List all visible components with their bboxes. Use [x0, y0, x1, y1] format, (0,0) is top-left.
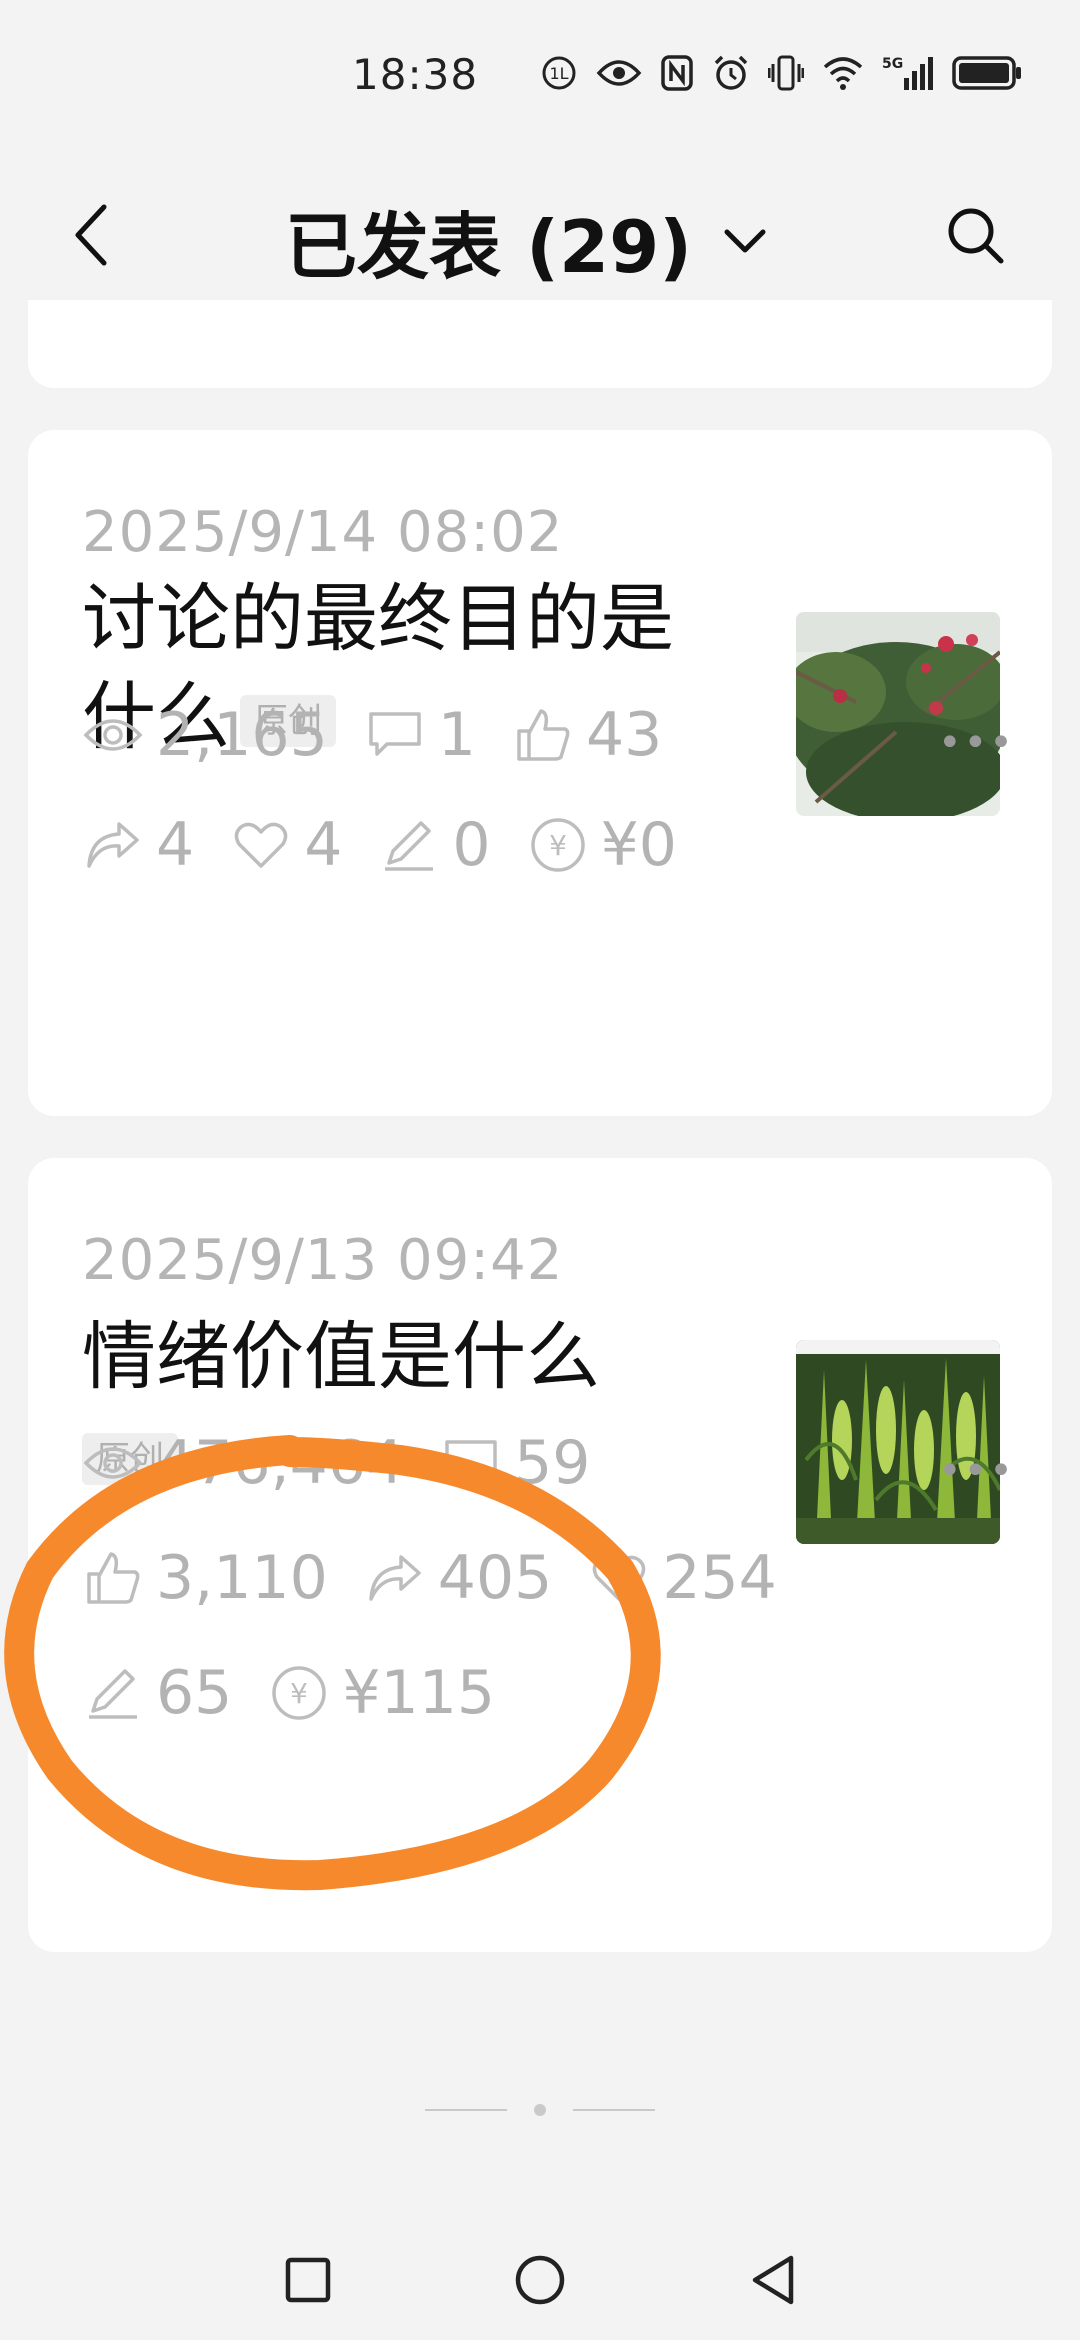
more-options-button[interactable]: ••• — [938, 1448, 1015, 1494]
comments-stat[interactable]: 59 — [440, 1428, 590, 1498]
edits-stat[interactable]: 65 — [82, 1658, 232, 1728]
triangle-back-icon — [752, 2255, 794, 2305]
back-nav-button[interactable] — [742, 2250, 802, 2310]
stats-row-secondary: 4 4 0 ¥ ¥0 — [82, 810, 713, 880]
svg-text:1L: 1L — [549, 64, 568, 83]
search-icon — [948, 208, 1004, 264]
signal-icon: 5G — [882, 54, 934, 92]
yuan-coin-icon: ¥ — [527, 814, 589, 876]
pen-icon — [378, 814, 440, 876]
status-bar: 18:38 1L 5G — [0, 0, 1080, 150]
square-icon — [285, 2257, 331, 2303]
favorites-stat[interactable]: 4 — [230, 810, 342, 880]
wifi-icon — [822, 55, 864, 91]
post-thumbnail[interactable] — [796, 612, 1000, 816]
pager-dot — [534, 2104, 546, 2116]
shares-count: 405 — [437, 1543, 553, 1613]
pager-line-left — [425, 2109, 507, 2111]
stats-row-secondary: 3,110 405 254 — [82, 1543, 813, 1613]
shares-count: 4 — [156, 810, 195, 880]
views-count: 2,165 — [156, 700, 328, 770]
post-title-text: 情绪价值是什么 — [82, 1314, 600, 1400]
status-icons: 1L 5G — [540, 54, 1022, 92]
heart-icon — [230, 814, 292, 876]
comments-count: 1 — [437, 700, 476, 770]
likes-stat[interactable]: 43 — [512, 700, 662, 770]
svg-text:¥: ¥ — [290, 1677, 308, 1710]
post-date: 2025/9/13 09:42 — [82, 1228, 564, 1293]
system-nav-bar — [0, 2220, 1080, 2340]
thumbs-up-icon — [512, 704, 574, 766]
likes-count: 3,110 — [156, 1543, 328, 1613]
pen-icon — [82, 1662, 144, 1724]
eye-icon — [82, 704, 144, 766]
views-stat: 2,165 — [82, 700, 328, 770]
income-stat[interactable]: ¥ ¥0 — [527, 810, 677, 880]
stats-row-primary: 2,165 1 43 — [82, 700, 698, 770]
heart-icon — [588, 1547, 650, 1609]
post-card[interactable]: 2025/9/14 08:02 讨论的最终目的是什么 原创 2,165 1 43… — [28, 430, 1052, 1116]
vibrate-icon — [768, 54, 804, 92]
views-count: 476,464 — [156, 1428, 405, 1498]
comment-icon — [364, 704, 426, 766]
stats-row-tertiary: 65 ¥ ¥115 — [82, 1658, 531, 1728]
favorites-count: 254 — [662, 1543, 777, 1613]
yuan-coin-icon: ¥ — [268, 1662, 330, 1724]
post-thumbnail[interactable] — [796, 1340, 1000, 1544]
title-dropdown[interactable]: 已发表 (29) — [285, 188, 770, 293]
search-button[interactable] — [940, 200, 1010, 270]
comments-count: 59 — [514, 1428, 591, 1498]
page-title: 已发表 (29) — [285, 205, 693, 289]
alarm-icon — [712, 54, 750, 92]
likes-stat[interactable]: 3,110 — [82, 1543, 328, 1613]
post-date: 2025/9/14 08:02 — [82, 500, 564, 565]
status-time: 18:38 — [352, 50, 479, 99]
page-indicator — [425, 2100, 655, 2120]
shares-stat[interactable]: 4 — [82, 810, 194, 880]
post-card[interactable]: 2025/9/13 09:42 情绪价值是什么 原创 476,464 59 ••… — [28, 1158, 1052, 1952]
stats-row-primary: 476,464 59 — [82, 1428, 626, 1498]
thumbs-up-icon — [82, 1547, 144, 1609]
edits-stat[interactable]: 0 — [378, 810, 491, 880]
likes-count: 43 — [585, 700, 663, 770]
share-icon — [82, 814, 144, 876]
back-button[interactable] — [60, 200, 120, 270]
income-amount: ¥115 — [342, 1658, 496, 1728]
previous-post-card[interactable] — [28, 300, 1052, 388]
home-button[interactable] — [510, 2250, 570, 2310]
favorites-count: 4 — [304, 810, 343, 880]
share-icon — [364, 1547, 426, 1609]
views-stat: 476,464 — [82, 1428, 404, 1498]
pager-line-right — [573, 2109, 655, 2111]
chevron-left-icon — [75, 204, 107, 266]
circle-icon — [515, 2255, 565, 2305]
hd-call-icon: 1L — [540, 54, 578, 92]
shares-stat[interactable]: 405 — [364, 1543, 553, 1613]
network-label: 5G — [882, 56, 903, 72]
svg-text:¥: ¥ — [549, 829, 567, 862]
chevron-down-icon — [720, 216, 770, 266]
comment-icon — [440, 1432, 502, 1494]
favorites-stat[interactable]: 254 — [588, 1543, 777, 1613]
income-stat[interactable]: ¥ ¥115 — [268, 1658, 495, 1728]
income-amount: ¥0 — [600, 810, 677, 880]
more-options-button[interactable]: ••• — [938, 720, 1015, 766]
edits-count: 0 — [452, 810, 491, 880]
recents-button[interactable] — [278, 2250, 338, 2310]
header: 已发表 (29) — [0, 170, 1080, 300]
eye-icon — [82, 1432, 144, 1494]
eye-comfort-icon — [596, 57, 642, 89]
comments-stat[interactable]: 1 — [364, 700, 476, 770]
battery-icon — [952, 55, 1022, 91]
edits-count: 65 — [156, 1658, 233, 1728]
nfc-icon — [660, 54, 694, 92]
